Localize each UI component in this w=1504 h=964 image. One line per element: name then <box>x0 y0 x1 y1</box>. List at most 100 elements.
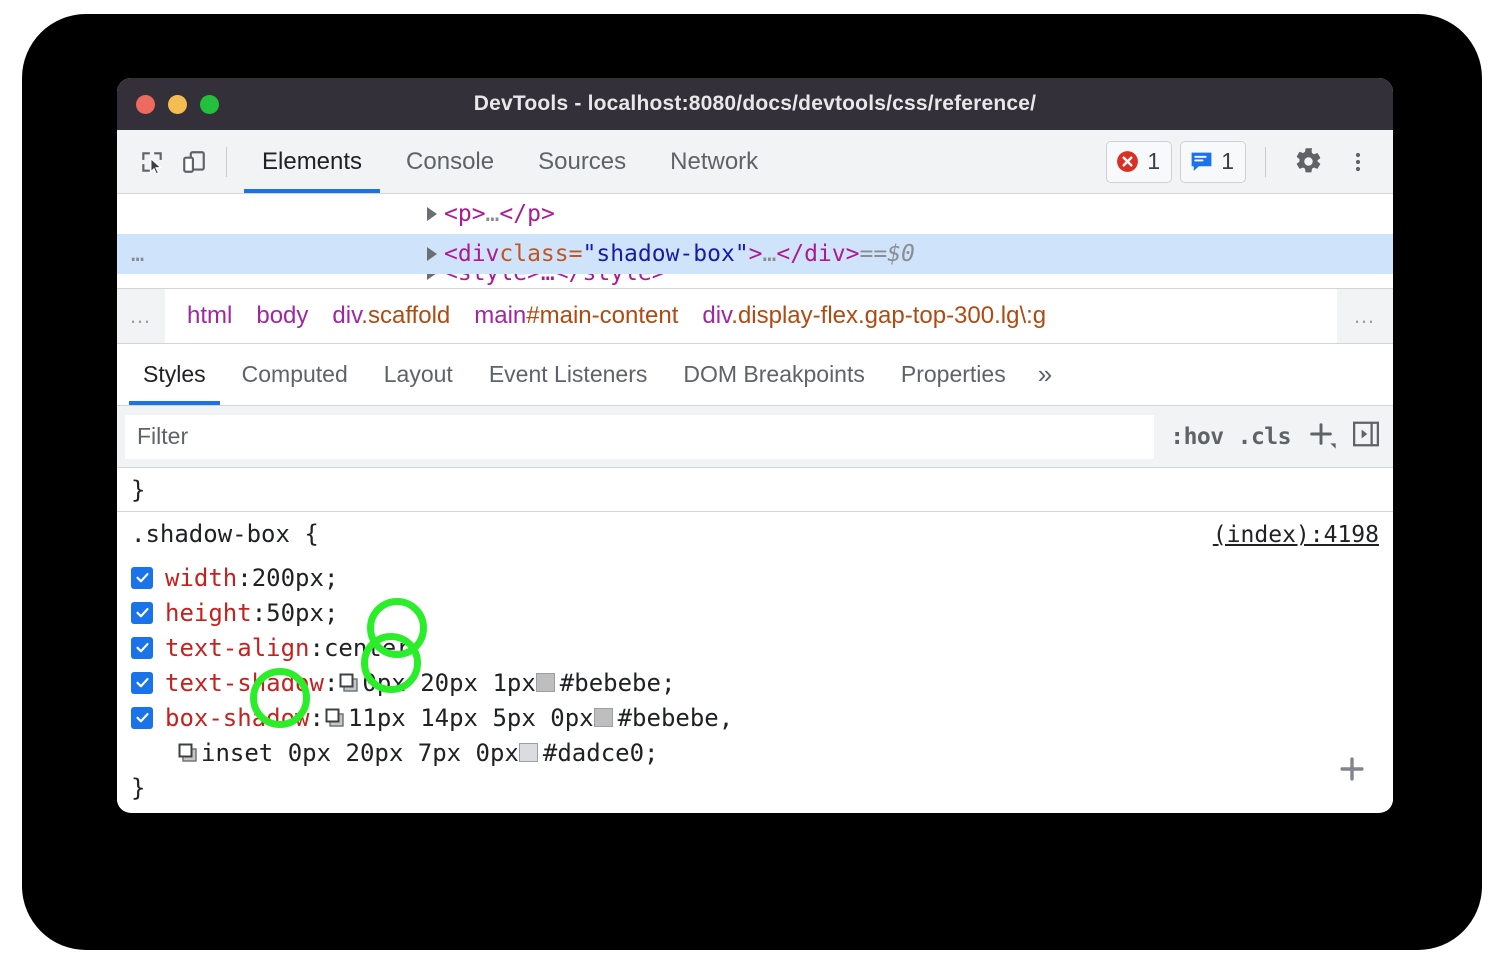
tab-console[interactable]: Console <box>384 130 516 193</box>
checkmark-icon <box>135 675 150 690</box>
plus-icon <box>1305 418 1337 450</box>
css-source-link[interactable]: (index):4198 <box>1213 522 1379 548</box>
declaration-height[interactable]: height : 50px; <box>117 595 1393 630</box>
declaration-text-shadow[interactable]: text-shadow : 0px 20px 1px #bebebe; <box>117 665 1393 700</box>
declaration-property[interactable]: text-shadow <box>165 669 324 697</box>
breadcrumb-item-main-content[interactable]: main#main-content <box>462 302 690 330</box>
more-tabs-button[interactable]: » <box>1024 344 1066 405</box>
declaration-property[interactable]: box-shadow <box>165 704 310 732</box>
expand-triangle-icon[interactable] <box>427 247 437 261</box>
declaration-property[interactable]: text-align <box>165 634 310 662</box>
traffic-lights <box>136 95 219 114</box>
tab-event-listeners[interactable]: Event Listeners <box>471 344 666 405</box>
styles-filter-row: :hov .cls <box>117 406 1393 468</box>
shadow-editor-icon[interactable] <box>324 707 346 729</box>
shadow-editor-icon[interactable] <box>177 742 199 764</box>
css-rule-close-brace: } <box>117 770 1393 806</box>
shadow-editor-icon[interactable] <box>338 672 360 694</box>
dom-tag-gt: > <box>749 241 763 267</box>
color-swatch[interactable] <box>594 708 613 727</box>
dom-attr-value: "shadow-box" <box>583 241 749 267</box>
dom-tree-row-selected[interactable]: … <div class = "shadow-box" > … </div> =… <box>117 234 1393 274</box>
checkmark-icon <box>135 570 150 585</box>
tab-network[interactable]: Network <box>648 130 780 193</box>
declaration-text-align[interactable]: text-align : center; <box>117 630 1393 665</box>
declaration-property[interactable]: width <box>165 564 237 592</box>
declaration-enabled-checkbox[interactable] <box>131 602 153 624</box>
breadcrumb-items: html body div.scaffold main#main-content… <box>165 289 1337 343</box>
dom-tree[interactable]: <p> … </p> … <div class = "shadow-box" >… <box>117 194 1393 288</box>
breadcrumb-item-div-scaffold[interactable]: div.scaffold <box>320 302 462 330</box>
checkmark-icon <box>135 605 150 620</box>
hover-state-button[interactable]: :hov <box>1170 424 1223 450</box>
tab-sources[interactable]: Sources <box>516 130 648 193</box>
close-window-button[interactable] <box>136 95 155 114</box>
declaration-color-text[interactable]: #bebebe, <box>618 704 734 732</box>
expand-triangle-icon[interactable] <box>427 274 437 280</box>
declaration-separator: : <box>237 564 251 592</box>
add-declaration-button[interactable] <box>1335 752 1369 792</box>
breadcrumb-item-html[interactable]: html <box>175 302 244 330</box>
css-selector[interactable]: .shadow-box { <box>131 520 319 548</box>
breadcrumb-tag: div <box>332 302 361 329</box>
declaration-separator: : <box>310 634 324 662</box>
declaration-enabled-checkbox[interactable] <box>131 637 153 659</box>
error-count-badge[interactable]: 1 <box>1106 141 1172 183</box>
element-classes-button[interactable]: .cls <box>1238 424 1291 450</box>
maximize-window-button[interactable] <box>200 95 219 114</box>
minimize-window-button[interactable] <box>168 95 187 114</box>
inspect-element-icon <box>139 149 165 175</box>
tab-dom-breakpoints[interactable]: DOM Breakpoints <box>665 344 883 405</box>
declaration-value[interactable]: 11px 14px 5px 0px <box>348 704 594 732</box>
breadcrumb-left-overflow[interactable]: … <box>117 303 165 329</box>
tab-styles[interactable]: Styles <box>125 344 224 405</box>
declaration-box-shadow[interactable]: box-shadow : 11px 14px 5px 0px #bebebe, <box>117 700 1393 735</box>
breadcrumb-right-overflow[interactable]: … <box>1337 289 1393 343</box>
declaration-enabled-checkbox[interactable] <box>131 567 153 589</box>
breadcrumb-tag: main <box>474 302 526 329</box>
toggle-computed-sidebar-button[interactable] <box>1351 419 1381 454</box>
settings-button[interactable] <box>1287 141 1329 183</box>
styles-pane[interactable]: } .shadow-box { (index):4198 width : 200… <box>117 468 1393 811</box>
dom-tree-row-p[interactable]: <p> … </p> <box>117 194 1393 234</box>
declaration-color-text[interactable]: #dadce0; <box>543 739 659 767</box>
color-swatch[interactable] <box>536 673 555 692</box>
tab-computed[interactable]: Computed <box>224 344 366 405</box>
expand-triangle-icon[interactable] <box>427 207 437 221</box>
dom-row-overflow-ellipsis[interactable]: … <box>131 242 146 267</box>
declaration-enabled-checkbox[interactable] <box>131 672 153 694</box>
breadcrumb: … html body div.scaffold main#main-conte… <box>117 288 1393 344</box>
toggle-sidebar-icon <box>1351 419 1381 449</box>
breadcrumb-tag: div <box>702 302 731 329</box>
tab-elements[interactable]: Elements <box>240 130 384 193</box>
declaration-separator: : <box>324 669 338 697</box>
declaration-enabled-checkbox[interactable] <box>131 707 153 729</box>
declaration-value[interactable]: inset 0px 20px 7px 0px <box>201 739 519 767</box>
tab-event-listeners-label: Event Listeners <box>489 361 648 388</box>
styles-sidebar-tabs: Styles Computed Layout Event Listeners D… <box>117 344 1393 406</box>
issues-count-badge[interactable]: 1 <box>1180 141 1246 183</box>
issues-count-value: 1 <box>1221 148 1234 175</box>
declaration-box-shadow-layer-2[interactable]: inset 0px 20px 7px 0px #dadce0; <box>117 735 1393 770</box>
declaration-value[interactable]: 0px 20px 1px <box>362 669 535 697</box>
declaration-value[interactable]: center; <box>324 634 425 662</box>
color-swatch[interactable] <box>519 743 538 762</box>
filter-input[interactable] <box>125 415 1154 459</box>
tab-layout[interactable]: Layout <box>366 344 471 405</box>
declaration-width[interactable]: width : 200px; <box>117 560 1393 595</box>
declaration-value[interactable]: 200px; <box>252 564 339 592</box>
declaration-color-text[interactable]: #bebebe; <box>560 669 676 697</box>
breadcrumb-item-body[interactable]: body <box>244 302 320 330</box>
declaration-value[interactable]: 50px; <box>266 599 338 627</box>
declaration-property[interactable]: height <box>165 599 252 627</box>
new-style-rule-button[interactable] <box>1305 418 1337 455</box>
more-options-button[interactable] <box>1337 141 1379 183</box>
tab-properties[interactable]: Properties <box>883 344 1024 405</box>
device-toolbar-icon <box>181 149 207 175</box>
inspect-element-button[interactable] <box>131 141 173 183</box>
toolbar-divider-right <box>1265 147 1266 177</box>
dom-tag-open: <div <box>444 241 499 267</box>
dom-tree-row-style-partial[interactable]: <style>…</style> <box>117 274 1393 288</box>
device-toolbar-button[interactable] <box>173 141 215 183</box>
breadcrumb-item-div-display-flex[interactable]: div.display-flex.gap-top-300.lg\:g <box>690 302 1058 330</box>
